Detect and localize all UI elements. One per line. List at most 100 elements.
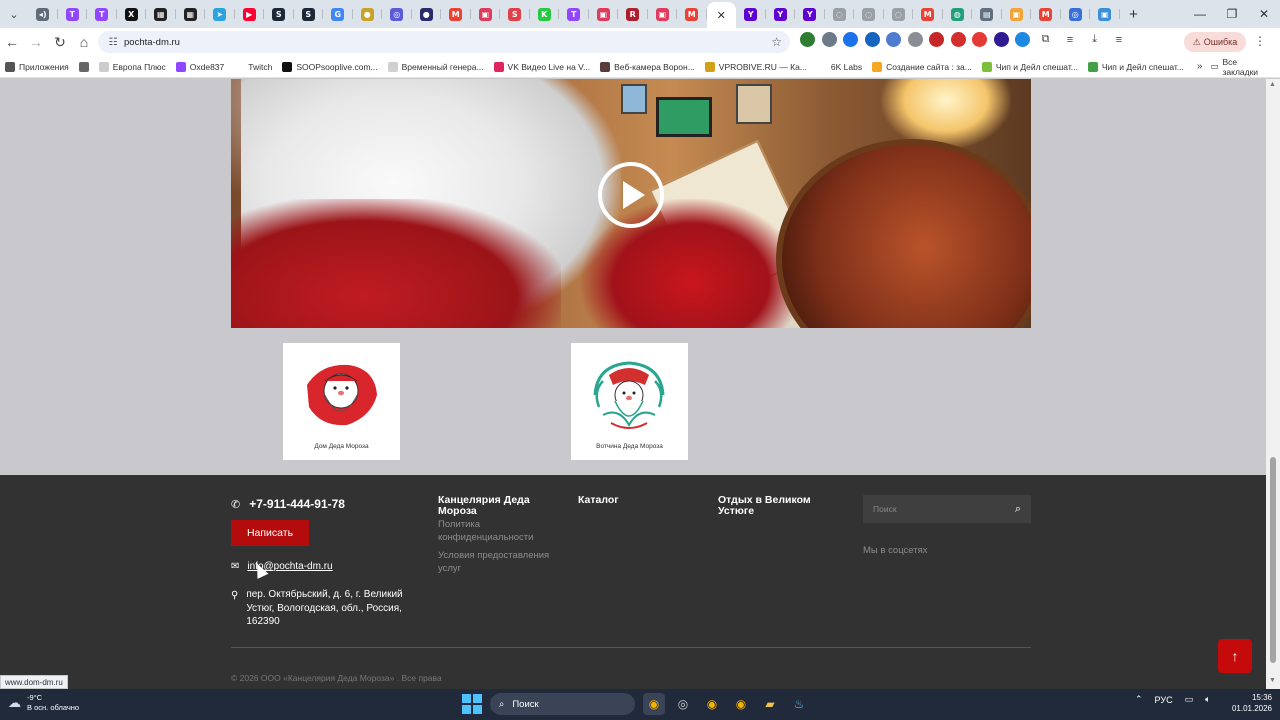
bookmark-item[interactable]: 6K Labs (812, 61, 867, 72)
tab-search-icon[interactable]: ≡ (1061, 34, 1079, 46)
back-icon[interactable]: ← (0, 30, 24, 54)
browser-tab[interactable]: ▦ (176, 3, 206, 25)
bookmarks-overflow-icon[interactable]: » (1189, 61, 1211, 72)
browser-tab[interactable]: S (294, 3, 324, 25)
taskbar-search[interactable]: ⌕ Поиск (490, 693, 635, 715)
browser-tab[interactable]: M (913, 3, 943, 25)
browser-tab[interactable]: G (323, 3, 353, 25)
home-icon[interactable]: ⌂ (72, 30, 96, 54)
browser-tab[interactable]: ➤ (205, 3, 235, 25)
terms-of-service-link[interactable]: Условия предоставления услуг (438, 549, 568, 575)
browser-tab[interactable]: ▣ (1090, 3, 1120, 25)
clock[interactable]: 15:36 01.01.2026 (1222, 692, 1272, 714)
bookmark-item[interactable]: Чип и Дейл спешат... (1083, 61, 1189, 72)
browser-tab[interactable]: R (618, 3, 648, 25)
footer-heading[interactable]: Каталог (578, 495, 708, 506)
all-bookmarks[interactable]: ▭ Все закладки (1210, 57, 1280, 77)
browser-tab[interactable]: ◌ (825, 3, 855, 25)
bookmark-star-icon[interactable]: ☆ (771, 35, 782, 49)
chrome-icon[interactable]: ◉ (643, 693, 665, 715)
bookmark-item[interactable]: Временный генера... (383, 61, 489, 72)
browser-tab[interactable]: ▣ (471, 3, 501, 25)
browser-tab[interactable]: ◎ (382, 3, 412, 25)
search-input[interactable]: Поиск (873, 504, 897, 514)
privacy-policy-link[interactable]: Политика конфиденциальности (438, 518, 568, 544)
browser-tab[interactable]: ▶ (235, 3, 265, 25)
logo-dom-deda-moroza[interactable]: Дом Деда Мороза (283, 343, 400, 460)
browser-tab[interactable]: Y (795, 3, 825, 25)
menu-icon[interactable]: ⋮ (1254, 34, 1266, 48)
ext-translate-icon[interactable] (821, 32, 837, 47)
browser-tab[interactable]: ◌ (884, 3, 914, 25)
browser-tab[interactable]: ◌ (854, 3, 884, 25)
bookmark-item[interactable]: Приложения (0, 61, 74, 72)
extensions-puzzle-icon[interactable]: ⧉ (1037, 33, 1055, 46)
chrome-icon[interactable]: ◉ (701, 693, 723, 715)
browser-tab[interactable]: K (530, 3, 560, 25)
browser-tab[interactable]: ▣ (648, 3, 678, 25)
bookmark-item[interactable]: Создание сайта : за... (867, 61, 977, 72)
browser-tab[interactable]: X (117, 3, 147, 25)
footer-heading[interactable]: Отдых в Великом Устюге (718, 495, 828, 516)
bookmark-item[interactable]: SOOPsooplive.com... (277, 61, 382, 72)
new-tab-button[interactable]: + (1120, 6, 1148, 23)
language-indicator[interactable]: РУС (1155, 695, 1173, 705)
browser-tab[interactable]: Y (766, 3, 796, 25)
browser-tab[interactable]: Y (736, 3, 766, 25)
address-bar[interactable]: ☷ pochta-dm.ru ☆ (98, 31, 790, 53)
ext-translator-icon[interactable] (886, 32, 901, 47)
ext-blue-icon[interactable] (843, 32, 858, 47)
browser-tab[interactable]: ▣ (589, 3, 619, 25)
browser-tab[interactable]: S (500, 3, 530, 25)
ext-green-icon[interactable] (800, 32, 815, 47)
tray-overflow-icon[interactable]: ⌃ (1135, 694, 1143, 705)
browser-tab[interactable]: ● (412, 3, 442, 25)
bookmark-item[interactable]: VPROBIVE.RU — Ка... (700, 61, 812, 72)
minimize-icon[interactable]: — (1184, 7, 1216, 21)
bookmark-item[interactable] (74, 61, 94, 72)
ext-pdf-icon[interactable] (950, 32, 966, 47)
video-player[interactable] (231, 79, 1031, 328)
browser-tab[interactable]: ◂) (28, 3, 58, 25)
ext-gray-icon[interactable] (907, 32, 923, 47)
bookmark-item[interactable]: VK Видео Live на V... (489, 61, 596, 72)
play-button[interactable] (598, 162, 664, 228)
errors-button[interactable]: ⚠ Ошибка (1184, 32, 1246, 52)
ext-red-icon[interactable] (929, 32, 944, 47)
browser-tab[interactable]: S (264, 3, 294, 25)
phone-row[interactable]: ✆ +7-911-444-91-78 (231, 497, 345, 511)
phone-number[interactable]: +7-911-444-91-78 (249, 497, 345, 511)
maximize-icon[interactable]: ❐ (1216, 7, 1248, 21)
bookmark-item[interactable]: Европа Плюс (94, 61, 171, 72)
bookmark-item[interactable]: Веб-камера Ворон... (595, 61, 700, 72)
logo-votchina-deda-moroza[interactable]: Вотчина Деда Мороза (571, 343, 688, 460)
ext-blue-circle-icon[interactable] (1015, 32, 1030, 47)
browser-tab[interactable]: ▤ (972, 3, 1002, 25)
folder-icon[interactable]: ▰ (759, 693, 781, 715)
browser-tab[interactable]: ▣ (1002, 3, 1032, 25)
scroll-thumb[interactable] (1270, 457, 1276, 663)
ext-purple-icon[interactable] (993, 32, 1009, 47)
browser-tab[interactable]: ✕ (706, 2, 736, 28)
browser-tab[interactable]: ◎ (1061, 3, 1091, 25)
browser-tab[interactable]: T (559, 3, 589, 25)
scroll-to-top-button[interactable]: ↑ (1218, 639, 1252, 673)
weather-widget[interactable]: ☁ -9°C В осн. облачно (8, 693, 79, 713)
footer-search[interactable]: Поиск ⌕ (863, 495, 1031, 523)
forward-icon[interactable]: → (24, 30, 48, 54)
bookmark-item[interactable]: Twitch (229, 61, 277, 72)
browser-tab[interactable]: M (1031, 3, 1061, 25)
tab-search-icon[interactable]: ⌄ (0, 0, 28, 28)
bookmark-item[interactable]: Oxde837 (171, 61, 230, 72)
reading-list-icon[interactable]: ≡ (1110, 34, 1128, 46)
windows-start-icon[interactable] (462, 694, 482, 714)
close-tab-icon[interactable]: ✕ (717, 9, 726, 22)
search-icon[interactable]: ⌕ (1015, 503, 1021, 516)
scroll-up-icon[interactable]: ▲ (1269, 81, 1276, 88)
browser-tab[interactable]: T (87, 3, 117, 25)
browser-tab[interactable]: M (677, 3, 707, 25)
footer-heading[interactable]: Канцелярия Деда Мороза (438, 495, 568, 516)
download-icon[interactable]: ⤓ (1086, 33, 1104, 46)
browser-tab[interactable]: ◍ (943, 3, 973, 25)
volume-icon[interactable]: 🔈︎ (1205, 694, 1210, 705)
